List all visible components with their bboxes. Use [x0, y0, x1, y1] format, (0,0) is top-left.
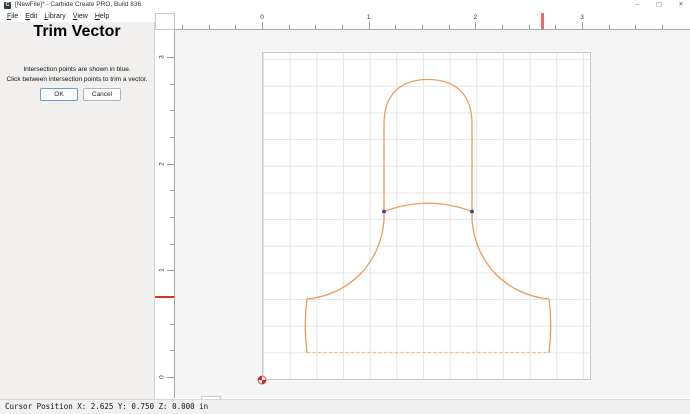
cancel-button[interactable]: Cancel: [83, 88, 121, 101]
menu-library[interactable]: Library: [44, 13, 65, 20]
h-ruler-tick: [208, 25, 210, 29]
v-ruler-tick: [170, 243, 174, 245]
h-ruler-tick: [448, 25, 450, 29]
window-title: [NewFile]* - Carbide Create PRO, Build 8…: [15, 1, 142, 8]
v-ruler-tick: [170, 190, 174, 192]
h-ruler-tick: [181, 25, 183, 29]
menu-help[interactable]: Help: [95, 13, 109, 20]
menu-view[interactable]: View: [73, 13, 88, 20]
instruction-line-2: Click between intersection points to tri…: [6, 76, 148, 83]
ok-button[interactable]: OK: [40, 88, 78, 101]
instruction-line-1: Intersection points are shown in blue.: [23, 66, 131, 73]
h-ruler-tick: [528, 25, 530, 29]
h-ruler-tick: [235, 25, 237, 29]
h-ruler-tick: [475, 22, 477, 29]
h-ruler-tick: [502, 25, 503, 29]
h-ruler-cursor-marker: [540, 13, 544, 29]
v-ruler-tick: [167, 377, 174, 378]
h-ruler-tick: [662, 25, 663, 29]
horizontal-ruler: 0 1 2 3: [175, 13, 690, 30]
stock-grid-area[interactable]: [262, 52, 591, 380]
v-ruler-tick: [167, 270, 174, 272]
close-button[interactable]: ✕: [676, 0, 686, 10]
v-ruler-tick: [170, 136, 174, 138]
h-ruler-tick: [422, 25, 423, 29]
h-ruler-label: 3: [580, 14, 584, 21]
v-ruler-tick: [167, 163, 174, 165]
title-bar: C [NewFile]* - Carbide Create PRO, Build…: [0, 0, 690, 11]
canvas-viewport[interactable]: [175, 30, 690, 398]
h-ruler-tick: [582, 22, 583, 29]
drawing-canvas[interactable]: [155, 11, 690, 399]
h-ruler-tick: [288, 25, 290, 29]
h-ruler-tick: [608, 25, 610, 29]
h-ruler-tick: [315, 25, 317, 29]
ruler-corner-box: [155, 13, 175, 30]
v-ruler-tick: [170, 110, 174, 112]
h-ruler-tick: [262, 22, 263, 29]
v-ruler-tick: [170, 216, 174, 218]
v-ruler-tick: [170, 350, 174, 352]
h-ruler-tick: [635, 25, 637, 29]
menu-bar: File Edit Library View Help: [0, 11, 155, 22]
v-ruler-label: 1: [158, 268, 166, 273]
status-bar: Cursor Position X: 2.625 Y: 0.750 Z: 0.0…: [0, 399, 690, 414]
panel-title: Trim Vector: [33, 23, 121, 40]
h-ruler-label: 0: [260, 14, 264, 21]
app-icon: C: [4, 2, 11, 9]
menu-file[interactable]: File: [7, 13, 18, 20]
trim-vector-panel: Trim Vector Intersection points are show…: [0, 22, 155, 399]
h-ruler-tick: [342, 25, 343, 29]
h-ruler-label: 1: [366, 14, 371, 21]
cursor-position-text: Cursor Position X: 2.625 Y: 0.750 Z: 0.0…: [5, 402, 209, 411]
h-ruler-tick: [555, 25, 557, 29]
minimize-button[interactable]: –: [632, 0, 642, 10]
v-ruler-label: 3: [158, 55, 166, 59]
h-ruler-label: 2: [473, 14, 478, 21]
menu-edit[interactable]: Edit: [25, 13, 37, 20]
v-ruler-cursor-marker: [155, 295, 174, 298]
maximize-button[interactable]: ▢: [654, 0, 664, 10]
v-ruler-tick: [167, 56, 174, 58]
vertical-ruler: 0 1 2 3: [155, 30, 175, 398]
v-ruler-label: 2: [158, 161, 166, 166]
h-ruler-tick: [395, 25, 397, 29]
v-ruler-tick: [170, 83, 174, 85]
h-ruler-tick: [368, 22, 370, 29]
v-ruler-tick: [170, 323, 174, 325]
v-ruler-label: 0: [158, 375, 166, 379]
